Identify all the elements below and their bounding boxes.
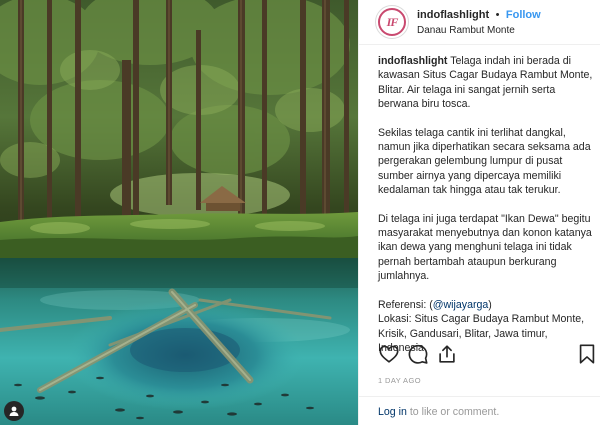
header-text: indoflashlight • Follow Danau Rambut Mon…	[417, 6, 541, 38]
comment-icon	[408, 344, 428, 364]
caption-paragraph-2: Sekilas telaga cantik ini terlihat dangk…	[378, 126, 591, 197]
lake-forest-image	[0, 0, 358, 425]
login-prompt-text: to like or comment.	[406, 406, 500, 418]
caption: indoflashlight Telaga indah ini berada d…	[378, 54, 596, 355]
post-timestamp[interactable]: 1 DAY AGO	[378, 376, 421, 385]
caption-paragraph-3: Di telaga ini juga terdapat "Ikan Dewa" …	[378, 212, 592, 283]
share-button[interactable]	[436, 343, 458, 365]
user-tag-icon	[9, 406, 19, 416]
share-icon	[439, 345, 455, 363]
avatar-logo: IF	[378, 8, 406, 36]
mention-link[interactable]: @wijayarga	[433, 299, 489, 311]
avatar[interactable]: IF	[375, 5, 409, 39]
caption-reference: Referensi: (@wijayarga)	[378, 298, 596, 312]
location-link[interactable]: Danau Rambut Monte	[417, 23, 541, 38]
caption-paragraph-1: indoflashlight Telaga indah ini berada d…	[378, 54, 596, 112]
heart-icon	[379, 345, 399, 363]
post-details-panel: IF indoflashlight • Follow Danau Rambut …	[358, 0, 600, 425]
reference-label: Referensi: (	[378, 298, 433, 311]
like-button[interactable]	[378, 343, 400, 365]
login-link[interactable]: Log in	[378, 406, 407, 418]
post-photo[interactable]	[0, 0, 358, 425]
follow-button[interactable]: Follow	[506, 9, 541, 21]
username-link[interactable]: indoflashlight	[417, 9, 489, 21]
reference-close: )	[488, 298, 492, 311]
caption-username-link[interactable]: indoflashlight	[378, 55, 447, 67]
action-bar	[378, 343, 595, 365]
comment-login-bar: Log in to like or comment.	[359, 396, 600, 425]
save-button[interactable]	[576, 343, 598, 365]
separator-dot: •	[495, 9, 500, 21]
bookmark-icon	[579, 344, 595, 364]
user-tag-button[interactable]	[4, 401, 24, 421]
post-header: IF indoflashlight • Follow Danau Rambut …	[359, 0, 600, 45]
comment-button[interactable]	[407, 343, 429, 365]
